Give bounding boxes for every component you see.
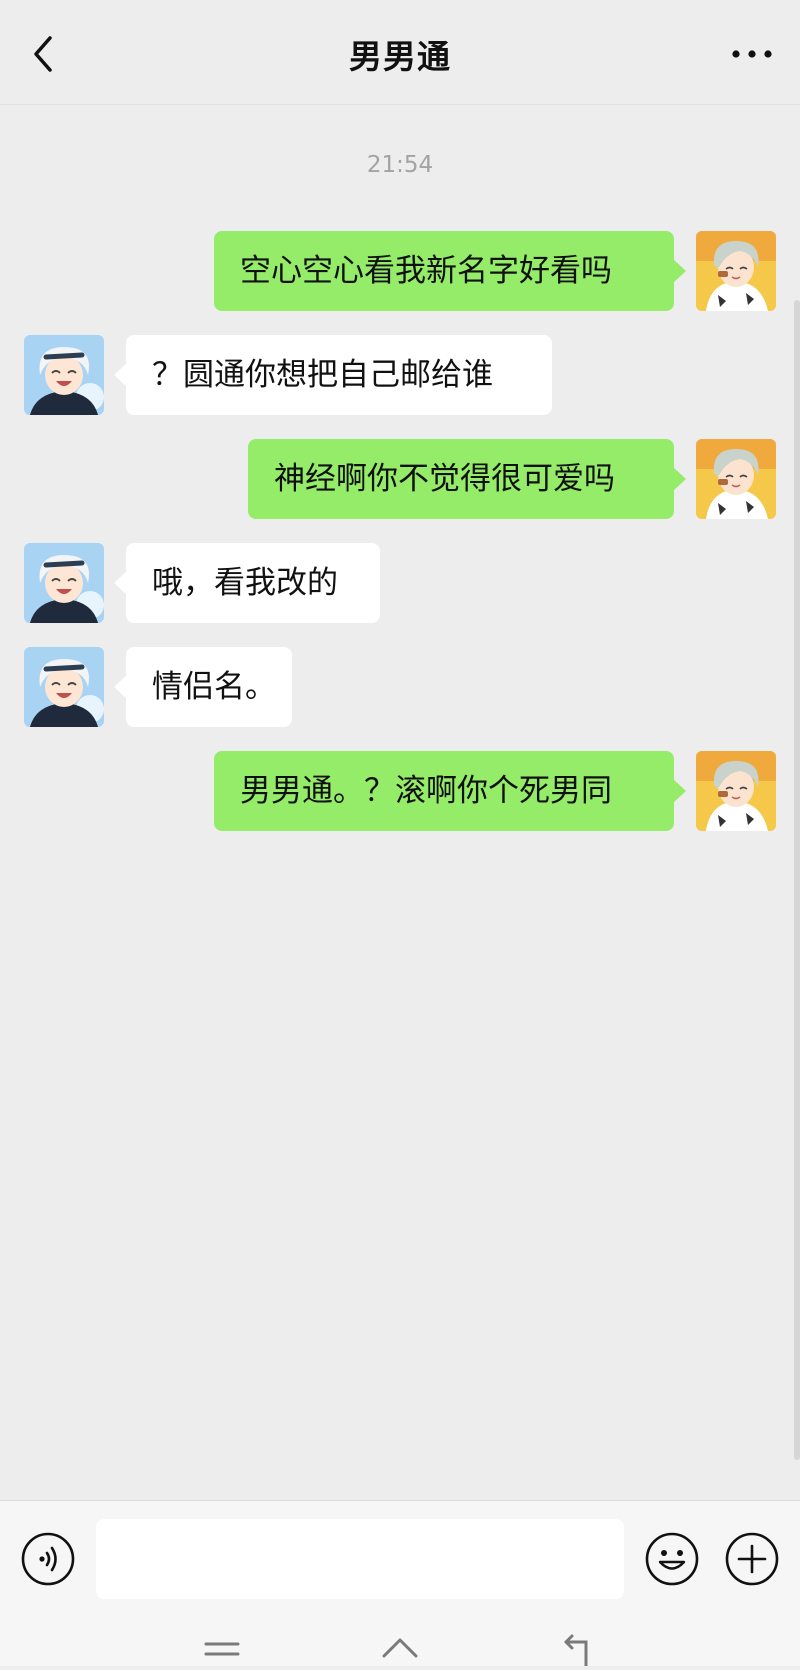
message-bubble-incoming[interactable]: ？圆通你想把自己邮给谁: [114, 335, 552, 415]
home-icon: [382, 1638, 418, 1658]
avatar-me[interactable]: [696, 439, 776, 519]
nav-back-button[interactable]: [556, 1630, 600, 1668]
message-bubble-outgoing[interactable]: 空心空心看我新名字好看吗: [214, 231, 686, 311]
message-bubble-incoming[interactable]: 哦，看我改的: [114, 543, 380, 623]
avatar-me[interactable]: [696, 751, 776, 831]
more-functions-button[interactable]: [724, 1531, 780, 1587]
voice-icon: [21, 1532, 75, 1586]
avatar-me[interactable]: [696, 231, 776, 311]
more-button[interactable]: [728, 34, 776, 74]
chat-title: 男男通: [349, 37, 451, 76]
message-bubble-outgoing[interactable]: 男男通。？滚啊你个死男同: [214, 751, 686, 831]
system-nav-bar: [0, 1618, 800, 1668]
emoji-button[interactable]: [644, 1531, 700, 1587]
message-timestamp: 21:54: [366, 152, 434, 178]
avatar-contact[interactable]: [24, 647, 104, 727]
chat-header: 男男通: [0, 0, 800, 105]
avatar-contact[interactable]: [24, 543, 104, 623]
message-bubble-incoming[interactable]: 情侣名。: [114, 647, 292, 727]
back-icon: [564, 1634, 588, 1668]
voice-button[interactable]: [20, 1531, 76, 1587]
plus-icon: [725, 1532, 779, 1586]
nav-menu-button[interactable]: [200, 1630, 244, 1666]
emoji-icon: [645, 1532, 699, 1586]
more-horizontal-icon: [732, 50, 772, 58]
menu-icon: [204, 1642, 240, 1656]
avatar-contact[interactable]: [24, 335, 104, 415]
scrollbar[interactable]: [794, 300, 800, 1460]
message-input[interactable]: [96, 1519, 624, 1599]
message-bubble-outgoing[interactable]: 神经啊你不觉得很可爱吗: [248, 439, 686, 519]
nav-home-button[interactable]: [378, 1630, 422, 1666]
input-bar: [0, 1500, 800, 1619]
